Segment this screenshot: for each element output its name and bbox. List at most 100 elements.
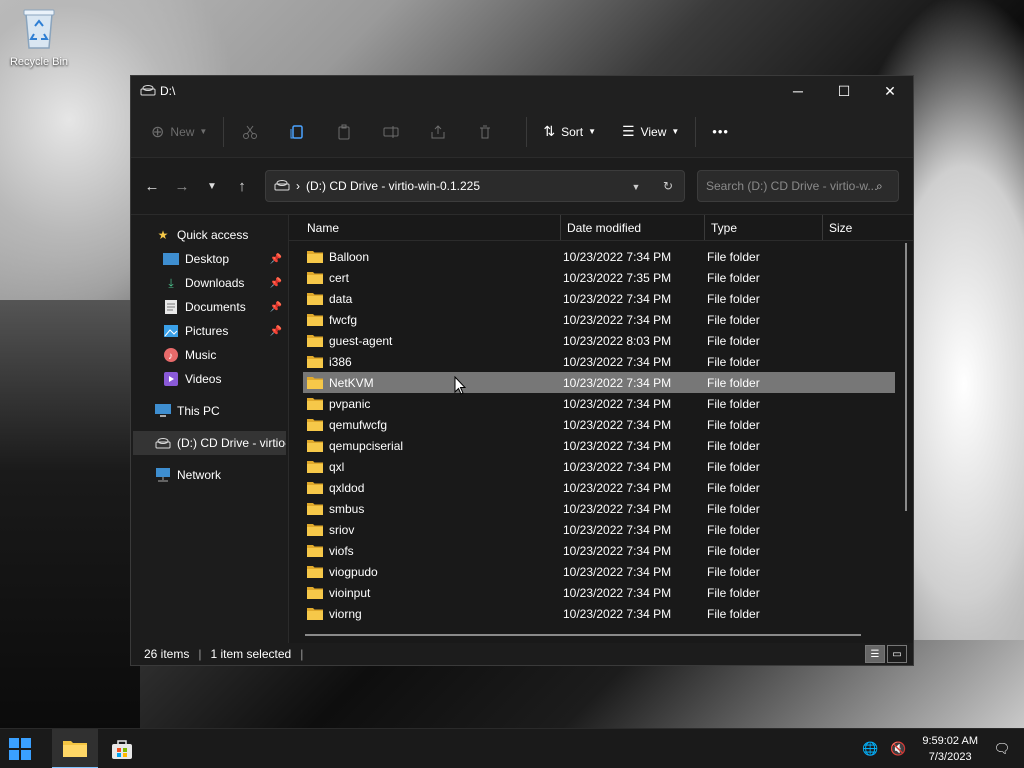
share-button[interactable] <box>422 116 454 148</box>
table-row[interactable]: qemupciserial 10/23/2022 7:34 PM File fold… <box>303 435 895 456</box>
file-name: viofs <box>329 543 354 558</box>
breadcrumb[interactable]: (D:) CD Drive - virtio-win-0.1.225 <box>306 179 480 193</box>
file-name: qemufwcfg <box>329 417 388 432</box>
table-row[interactable]: NetKVM 10/23/2022 7:34 PM File folder <box>303 372 895 393</box>
sidebar-item-desktop[interactable]: Desktop 📌 <box>131 247 288 271</box>
start-button[interactable] <box>0 729 40 768</box>
date-modified-cell: 10/23/2022 7:34 PM <box>563 312 672 327</box>
table-row[interactable]: fwcfg 10/23/2022 7:34 PM File folder <box>303 309 895 330</box>
address-dropdown-button[interactable]: ▼ <box>620 179 652 193</box>
back-button[interactable]: ← <box>137 171 167 201</box>
taskbar-file-explorer[interactable] <box>52 728 98 768</box>
type-cell: File folder <box>707 480 760 495</box>
type-cell: File folder <box>707 522 760 537</box>
sidebar-item-videos[interactable]: Videos <box>131 367 288 391</box>
toolbar-divider <box>526 116 528 147</box>
table-row[interactable]: viorng 10/23/2022 7:34 PM File folder <box>303 603 895 624</box>
table-row[interactable]: qxl 10/23/2022 7:34 PM File folder <box>303 456 895 477</box>
cut-button[interactable] <box>234 116 266 148</box>
maximize-button[interactable]: ☐ <box>821 76 867 106</box>
more-options-button[interactable]: ••• <box>706 116 735 148</box>
horizontal-scrollbar[interactable] <box>305 634 861 636</box>
pin-icon: 📌 <box>269 277 282 289</box>
search-input[interactable] <box>706 179 876 193</box>
table-row[interactable]: qemufwcfg 10/23/2022 7:34 PM File folder <box>303 414 895 435</box>
table-row[interactable]: viogpudo 10/23/2022 7:34 PM File folder <box>303 561 895 582</box>
file-name: viorng <box>329 606 362 621</box>
delete-button[interactable] <box>469 116 501 148</box>
file-name-cell: data <box>303 292 563 306</box>
copy-icon <box>290 124 304 139</box>
sidebar-item-network[interactable]: Network <box>131 463 288 487</box>
tiles-view-button[interactable]: ▭ <box>887 645 907 663</box>
item-count: 26 items <box>144 647 190 661</box>
table-row[interactable]: Balloon 10/23/2022 7:34 PM File folder <box>303 246 895 267</box>
pin-icon: 📌 <box>269 325 282 337</box>
column-header-name[interactable]: Name <box>289 215 561 240</box>
sidebar-item-this-pc[interactable]: This PC <box>131 399 288 423</box>
table-row[interactable]: pvpanic 10/23/2022 7:34 PM File folder <box>303 393 895 414</box>
sidebar-item-music[interactable]: ♪ Music <box>131 343 288 367</box>
minimize-button[interactable]: ─ <box>775 76 821 106</box>
file-name-cell: qxl <box>303 460 563 474</box>
mouse-cursor-icon <box>454 376 466 395</box>
column-header-size[interactable]: Size <box>823 215 913 240</box>
taskbar-store[interactable] <box>102 729 142 768</box>
sidebar-item-cd-drive[interactable]: (D:) CD Drive - virtio- <box>133 431 286 455</box>
notifications-icon[interactable]: 🗨 <box>990 737 1014 761</box>
recycle-bin-desktop-icon[interactable]: Recycle Bin <box>4 6 74 68</box>
table-row[interactable]: data 10/23/2022 7:34 PM File folder <box>303 288 895 309</box>
file-name-cell: vioinput <box>303 586 563 600</box>
table-row[interactable]: vioinput 10/23/2022 7:34 PM File folder <box>303 582 895 603</box>
refresh-icon: ↻ <box>662 179 674 193</box>
rename-button[interactable] <box>375 116 407 148</box>
type-cell: File folder <box>707 333 760 348</box>
file-name: NetKVM <box>329 375 374 390</box>
pin-icon: 📌 <box>269 253 282 265</box>
table-row[interactable]: sriov 10/23/2022 7:34 PM File folder <box>303 519 895 540</box>
new-button[interactable]: ⊕ New ▼ <box>145 116 213 148</box>
clock[interactable]: 9:59:02 AM 7/3/2023 <box>922 733 978 765</box>
table-row[interactable]: i386 10/23/2022 7:34 PM File folder <box>303 351 895 372</box>
search-box[interactable]: ⌕ <box>697 170 899 202</box>
date-modified-cell: 10/23/2022 7:34 PM <box>563 249 672 264</box>
date-modified-cell: 10/23/2022 7:34 PM <box>563 417 672 432</box>
type-cell: File folder <box>707 312 760 327</box>
table-row[interactable]: cert 10/23/2022 7:35 PM File folder <box>303 267 895 288</box>
network-status-icon[interactable]: 🌐 <box>858 737 882 761</box>
refresh-button[interactable]: ↻ <box>652 179 684 193</box>
address-bar[interactable]: › (D:) CD Drive - virtio-win-0.1.225 ▼ ↻ <box>265 170 685 202</box>
table-row[interactable]: guest-agent 10/23/2022 8:03 PM File folder <box>303 330 895 351</box>
tiles-view-icon: ▭ <box>892 648 902 660</box>
details-view-button[interactable]: ☰ <box>865 645 885 663</box>
file-name: data <box>329 291 353 306</box>
column-header-type[interactable]: Type <box>705 215 823 240</box>
sidebar-item-pictures[interactable]: Pictures 📌 <box>131 319 288 343</box>
column-header-date[interactable]: Date modified <box>561 215 705 240</box>
table-row[interactable]: viofs 10/23/2022 7:34 PM File folder <box>303 540 895 561</box>
file-name: guest-agent <box>329 333 393 348</box>
sort-button[interactable]: ⇅ Sort ▼ <box>537 116 602 148</box>
recent-locations-button[interactable]: ▼ <box>197 171 227 201</box>
sidebar-item-downloads[interactable]: ⤓ Downloads 📌 <box>131 271 288 295</box>
view-button[interactable]: ☰ View ▼ <box>616 116 685 148</box>
title-bar[interactable]: D:\ ─ ☐ ✕ <box>131 76 913 106</box>
vertical-scrollbar[interactable] <box>905 243 907 511</box>
table-row[interactable]: qxldod 10/23/2022 7:34 PM File folder <box>303 477 895 498</box>
folder-icon <box>307 377 323 389</box>
paste-button[interactable] <box>328 116 360 148</box>
file-name-cell: Balloon <box>303 250 563 264</box>
file-name: smbus <box>329 501 365 516</box>
date-modified-cell: 10/23/2022 7:34 PM <box>563 480 672 495</box>
file-name-cell: guest-agent <box>303 334 563 348</box>
up-button[interactable]: ↑ <box>227 171 257 201</box>
svg-text:♪: ♪ <box>168 351 173 362</box>
table-row[interactable]: smbus 10/23/2022 7:34 PM File folder <box>303 498 895 519</box>
plus-circle-icon: ⊕ <box>151 123 165 141</box>
forward-button[interactable]: → <box>167 171 197 201</box>
close-button[interactable]: ✕ <box>867 76 913 106</box>
sidebar-item-documents[interactable]: Documents 📌 <box>131 295 288 319</box>
copy-button[interactable] <box>281 116 313 148</box>
sidebar-item-quick-access[interactable]: ★ Quick access <box>131 223 288 247</box>
volume-muted-icon[interactable]: 🔇 <box>886 737 910 761</box>
